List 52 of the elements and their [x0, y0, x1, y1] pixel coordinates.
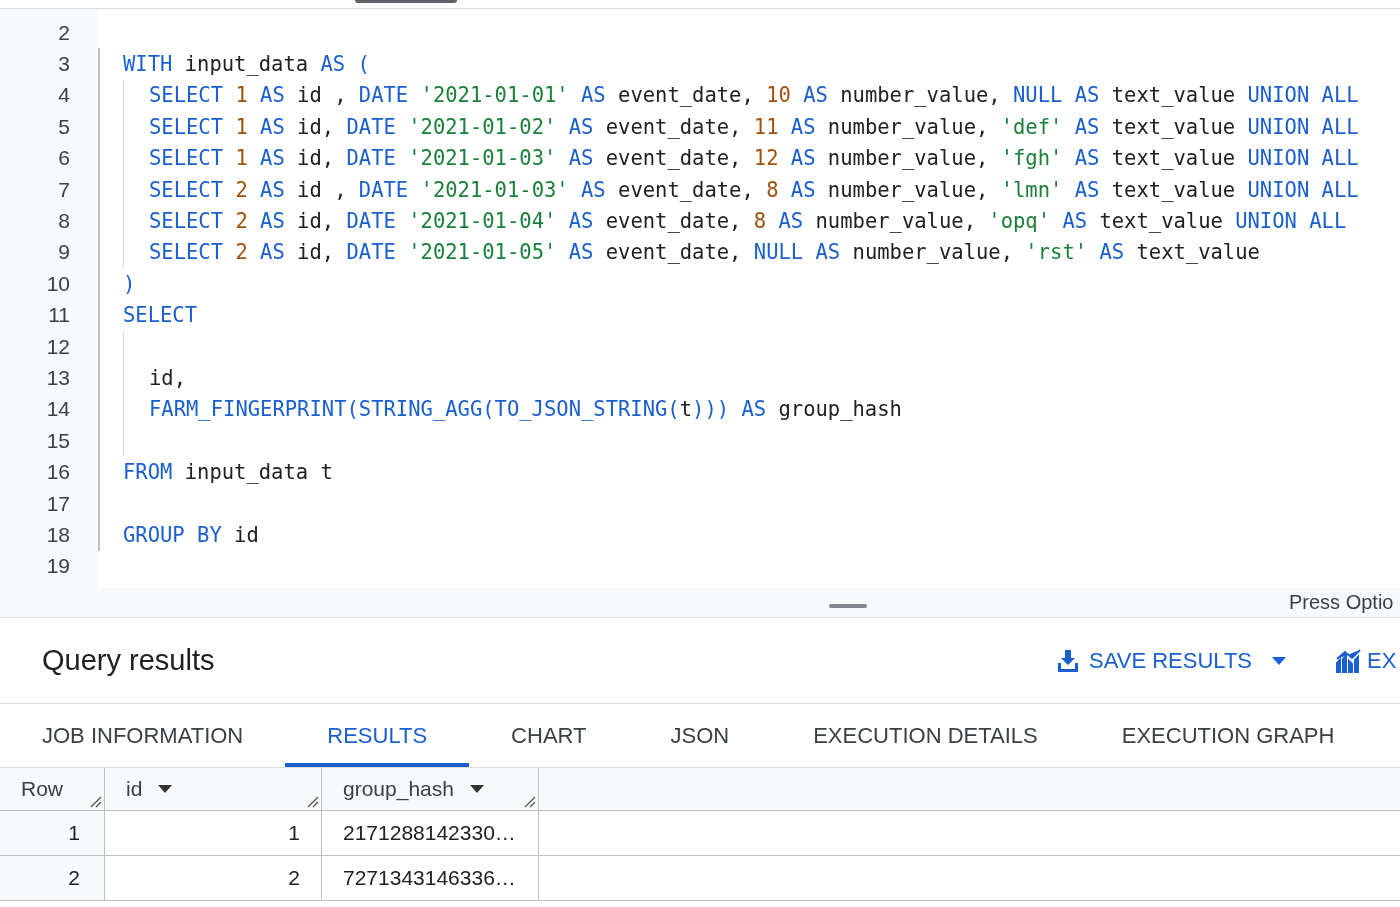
- table-cell: 2: [0, 856, 105, 900]
- code-line: SELECT 1 AS id , DATE '2021-01-01' AS event_date, 10 AS number_value, NULL AS text_value UNION ALL: [149, 82, 1359, 109]
- download-icon: [1057, 649, 1079, 673]
- status-hint: Press Optio: [1289, 591, 1394, 614]
- line-number: 10: [46, 271, 70, 296]
- line-number: 7: [58, 177, 70, 202]
- code-line: SELECT 2 AS id , DATE '2021-01-03' AS event_date, 8 AS number_value, 'lmn' AS text_value UNION ALL: [149, 176, 1359, 203]
- resize-grip-icon: [90, 796, 102, 808]
- resize-grip-icon: [524, 796, 536, 808]
- column-header[interactable]: Row: [0, 768, 105, 810]
- code-line: ): [123, 270, 136, 297]
- explore-button[interactable]: EX: [1336, 648, 1397, 674]
- line-number: 12: [46, 334, 70, 359]
- line-number: 8: [58, 209, 70, 234]
- line-number: 4: [58, 83, 70, 108]
- line-number: 13: [46, 366, 70, 390]
- panel-title: Query results: [42, 644, 215, 677]
- code-line: FROM input_data t: [123, 459, 333, 486]
- results-tab[interactable]: JOB INFORMATION: [0, 704, 286, 767]
- resize-grip-icon: [307, 796, 319, 808]
- scroll-thumb[interactable]: [355, 0, 457, 3]
- results-tab[interactable]: CHART: [469, 704, 629, 767]
- code-line: SELECT 2 AS id, DATE '2021-01-04' AS event_date, 8 AS number_value, 'opq' AS text_value UNION ALL: [149, 208, 1347, 235]
- line-number: 19: [46, 554, 70, 579]
- line-number: 18: [46, 522, 70, 547]
- line-number: 9: [58, 240, 70, 265]
- code-line: id,: [149, 365, 187, 391]
- resize-handle[interactable]: [829, 604, 867, 608]
- code-line: SELECT 1 AS id, DATE '2021-01-03' AS event_date, 12 AS number_value, 'fgh' AS text_value UNION ALL: [149, 145, 1359, 172]
- code-line: FARM_FINGERPRINT(STRING_AGG(TO_JSON_STRING(t))) AS group_hash: [149, 396, 902, 423]
- line-number: 16: [46, 460, 70, 485]
- code-line: SELECT 2 AS id, DATE '2021-01-05' AS event_date, NULL AS number_value, 'rst' AS text_value: [149, 239, 1260, 266]
- caret-icon: [1272, 657, 1286, 665]
- line-number: 5: [58, 114, 70, 139]
- code-line: GROUP BY id: [123, 521, 259, 548]
- code-line: WITH input_data AS (: [123, 51, 370, 78]
- line-number: 6: [58, 146, 70, 171]
- line-number: 2: [58, 20, 70, 45]
- results-tab[interactable]: JSON: [628, 704, 772, 767]
- line-number: 11: [48, 303, 70, 328]
- column-header[interactable]: id: [105, 768, 322, 810]
- line-number: 14: [46, 397, 70, 422]
- line-number: 3: [58, 52, 70, 77]
- code-line: SELECT 1 AS id, DATE '2021-01-02' AS event_date, 11 AS number_value, 'def' AS text_value UNION ALL: [149, 113, 1359, 140]
- chart-icon: [1336, 649, 1362, 673]
- save-results-button[interactable]: SAVE RESULTS: [1057, 648, 1286, 674]
- results-tab[interactable]: EXECUTION GRAPH: [1079, 704, 1377, 767]
- line-number: 17: [46, 491, 70, 516]
- results-tab[interactable]: EXECUTION DETAILS: [771, 704, 1080, 767]
- code-line: SELECT: [123, 302, 198, 329]
- table-cell: 1: [0, 811, 105, 855]
- line-number: 15: [46, 428, 70, 453]
